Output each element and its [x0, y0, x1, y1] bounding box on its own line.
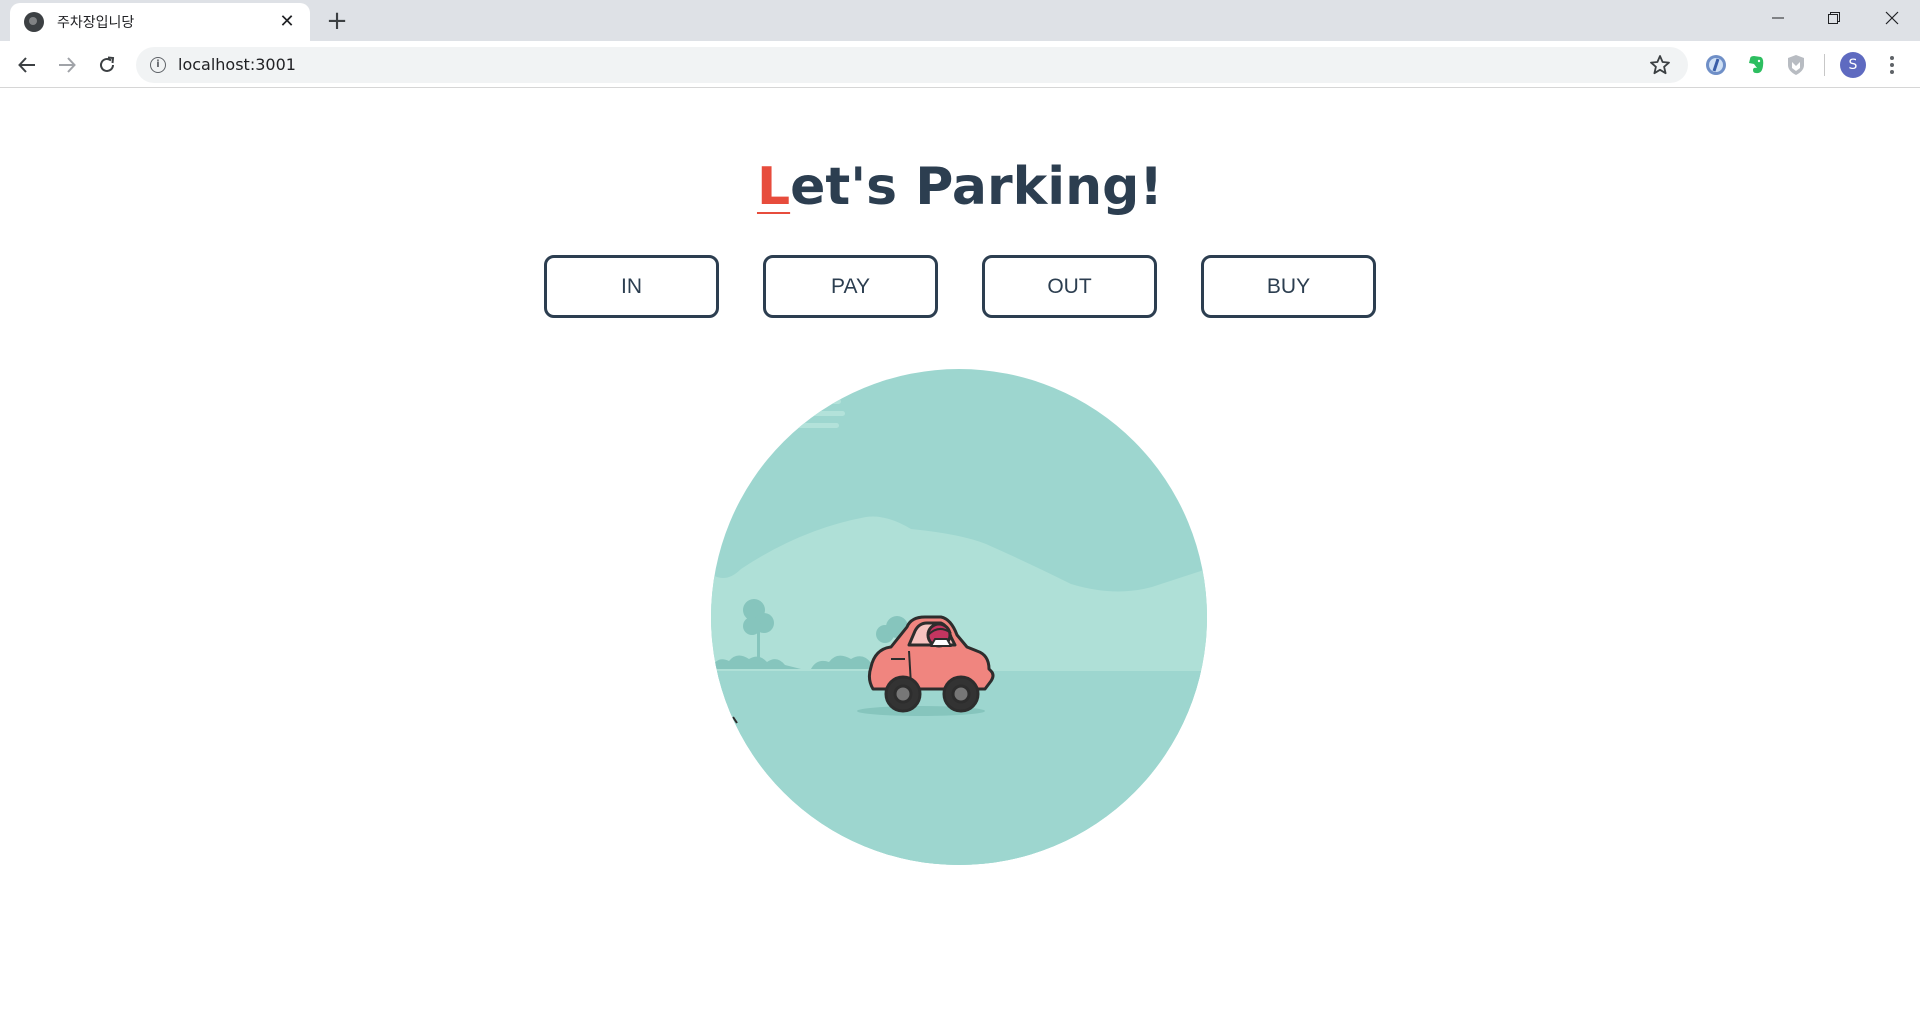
arrow-left-icon — [18, 57, 35, 73]
new-tab-button[interactable]: + — [323, 8, 351, 36]
minimize-icon — [1772, 17, 1784, 19]
profile-avatar[interactable]: S — [1840, 52, 1866, 78]
address-bar[interactable]: i localhost:3001 — [136, 47, 1688, 83]
browser-tab[interactable]: 주차장입니당 ✕ — [10, 3, 310, 41]
reload-icon — [100, 56, 115, 72]
title-first-letter: L — [756, 157, 791, 217]
close-tab-icon[interactable]: ✕ — [276, 11, 298, 33]
close-window-button[interactable] — [1864, 0, 1920, 36]
back-button[interactable] — [12, 50, 42, 80]
out-button[interactable]: OUT — [982, 255, 1157, 318]
title-rest: et's Parking! — [790, 157, 1164, 217]
reload-button[interactable] — [92, 50, 122, 80]
evernote-icon[interactable] — [1744, 53, 1768, 77]
in-button[interactable]: IN — [544, 255, 719, 318]
url-text[interactable]: localhost:3001 — [178, 55, 296, 74]
tab-title: 주차장입니당 — [57, 15, 135, 31]
tab-strip: 주차장입니당 ✕ + — [0, 0, 1920, 41]
minimize-window-button[interactable] — [1750, 0, 1806, 36]
close-icon — [1885, 11, 1899, 25]
cloud-icon — [777, 399, 845, 428]
extension-compass-icon[interactable] — [1704, 53, 1728, 77]
toolbar-divider — [1824, 54, 1825, 76]
buy-button[interactable]: BUY — [1201, 255, 1376, 318]
restore-window-button[interactable] — [1806, 0, 1862, 36]
pay-button[interactable]: PAY — [763, 255, 938, 318]
more-menu-icon[interactable] — [1880, 53, 1904, 77]
info-icon[interactable]: i — [150, 57, 166, 73]
page-title: Let's Parking! — [0, 152, 1920, 222]
arrow-right-icon — [59, 57, 76, 73]
forward-button[interactable] — [52, 50, 82, 80]
browser-toolbar: i localhost:3001 S — [0, 41, 1920, 88]
globe-icon — [24, 12, 44, 32]
shield-extension-icon[interactable] — [1784, 53, 1808, 77]
car-illustration — [711, 369, 1207, 865]
bookmark-star-icon[interactable] — [1648, 53, 1672, 77]
restore-icon — [1828, 12, 1840, 24]
